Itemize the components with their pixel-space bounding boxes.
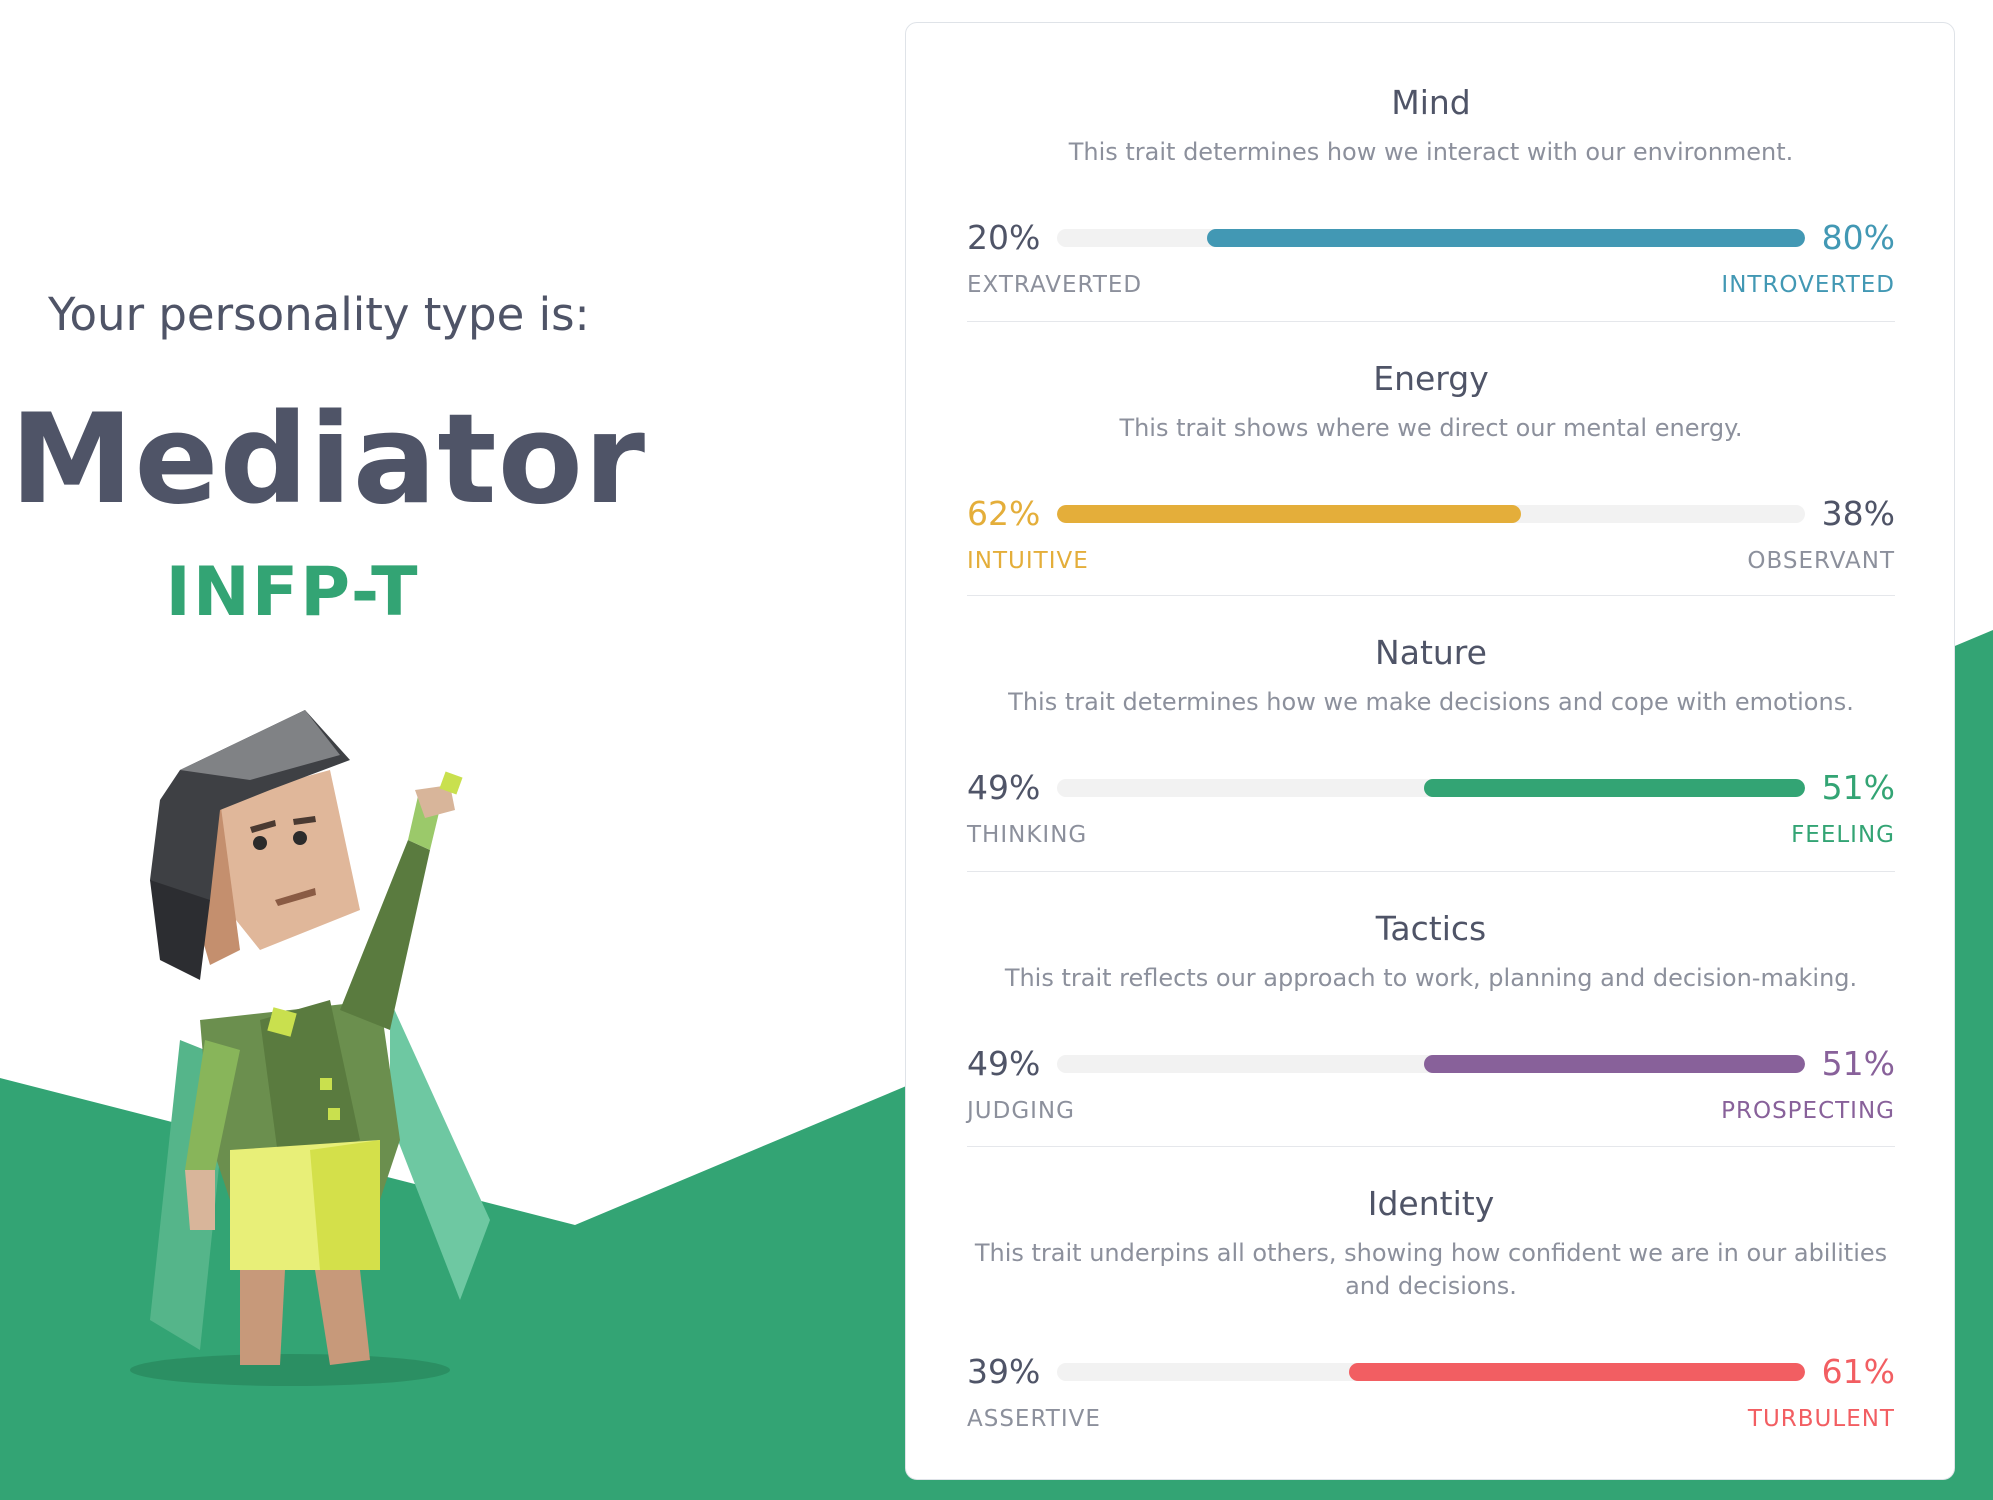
- trait-left-label: EXTRAVERTED: [967, 272, 1143, 298]
- trait-divider: [967, 871, 1895, 872]
- personality-type-name: Mediator: [10, 388, 647, 532]
- trait-left-label: THINKING: [967, 822, 1088, 848]
- trait-description: This trait reflects our approach to work…: [1004, 964, 1858, 992]
- trait-progress-track: [1057, 505, 1805, 523]
- trait-section-identity: Identity This trait underpins all others,…: [967, 1184, 1895, 1432]
- trait-progress-fill: [1423, 1055, 1805, 1073]
- trait-progress-fill: [1348, 1363, 1805, 1381]
- result-header: Your personality type is: Mediator INFP-…: [0, 0, 647, 680]
- trait-pole-labels: JUDGING PROSPECTING: [967, 1098, 1895, 1128]
- trait-description: This trait underpins all others, showing…: [974, 1239, 1888, 1300]
- trait-left-percent: 49%: [967, 1044, 1041, 1083]
- trait-progress-fill: [1057, 505, 1521, 523]
- trait-description: This trait shows where we direct our men…: [1119, 414, 1743, 442]
- trait-right-label: TURBULENT: [1747, 1406, 1895, 1432]
- trait-right-percent: 38%: [1821, 494, 1895, 533]
- trait-pole-labels: EXTRAVERTED INTROVERTED: [967, 272, 1895, 302]
- trait-right-label: INTROVERTED: [1721, 272, 1895, 298]
- trait-section-tactics: Tactics This trait reflects our approach …: [967, 909, 1895, 1124]
- trait-progress-fill: [1423, 779, 1805, 797]
- trait-title: Energy: [1373, 359, 1489, 398]
- trait-right-percent: 51%: [1821, 768, 1895, 807]
- trait-progress-track: [1057, 1363, 1805, 1381]
- trait-description: This trait determines how we interact wi…: [1068, 138, 1794, 166]
- trait-right-label: FEELING: [1791, 822, 1895, 848]
- trait-progress-track: [1057, 1055, 1805, 1073]
- trait-section-energy: Energy This trait shows where we direct o…: [967, 359, 1895, 574]
- trait-title: Identity: [1367, 1184, 1495, 1223]
- trait-progress-fill: [1206, 229, 1805, 247]
- trait-right-label: PROSPECTING: [1721, 1098, 1895, 1124]
- trait-left-percent: 20%: [967, 218, 1041, 257]
- trait-section-mind: Mind This trait determines how we interac…: [967, 83, 1895, 298]
- trait-left-percent: 39%: [967, 1352, 1041, 1391]
- result-lead-text: Your personality type is:: [48, 288, 590, 341]
- trait-bar-row: 20% 80%: [967, 216, 1895, 260]
- trait-divider: [967, 1146, 1895, 1147]
- trait-left-percent: 62%: [967, 494, 1041, 533]
- trait-bar-row: 39% 61%: [967, 1350, 1895, 1394]
- trait-right-percent: 80%: [1821, 218, 1895, 257]
- trait-title: Tactics: [1375, 909, 1487, 948]
- trait-right-percent: 61%: [1821, 1352, 1895, 1391]
- trait-bar-row: 49% 51%: [967, 1042, 1895, 1086]
- trait-left-percent: 49%: [967, 768, 1041, 807]
- trait-right-percent: 51%: [1821, 1044, 1895, 1083]
- trait-progress-track: [1057, 229, 1805, 247]
- traits-card: Mind This trait determines how we interac…: [905, 22, 1955, 1480]
- trait-section-nature: Nature This trait determines how we make …: [967, 633, 1895, 848]
- trait-left-label: JUDGING: [967, 1098, 1075, 1124]
- mediator-character-illustration: [130, 710, 490, 1386]
- trait-pole-labels: THINKING FEELING: [967, 822, 1895, 852]
- trait-title: Nature: [1375, 633, 1487, 672]
- trait-divider: [967, 321, 1895, 322]
- trait-pole-labels: INTUITIVE OBSERVANT: [967, 548, 1895, 578]
- personality-type-code: INFP-T: [165, 553, 420, 632]
- trait-title: Mind: [1391, 83, 1471, 122]
- trait-right-label: OBSERVANT: [1747, 548, 1895, 574]
- trait-left-label: INTUITIVE: [967, 548, 1089, 574]
- trait-progress-track: [1057, 779, 1805, 797]
- trait-description: This trait determines how we make decisi…: [1008, 688, 1854, 716]
- trait-divider: [967, 595, 1895, 596]
- trait-left-label: ASSERTIVE: [967, 1406, 1101, 1432]
- trait-bar-row: 62% 38%: [967, 492, 1895, 536]
- trait-pole-labels: ASSERTIVE TURBULENT: [967, 1406, 1895, 1436]
- trait-bar-row: 49% 51%: [967, 766, 1895, 810]
